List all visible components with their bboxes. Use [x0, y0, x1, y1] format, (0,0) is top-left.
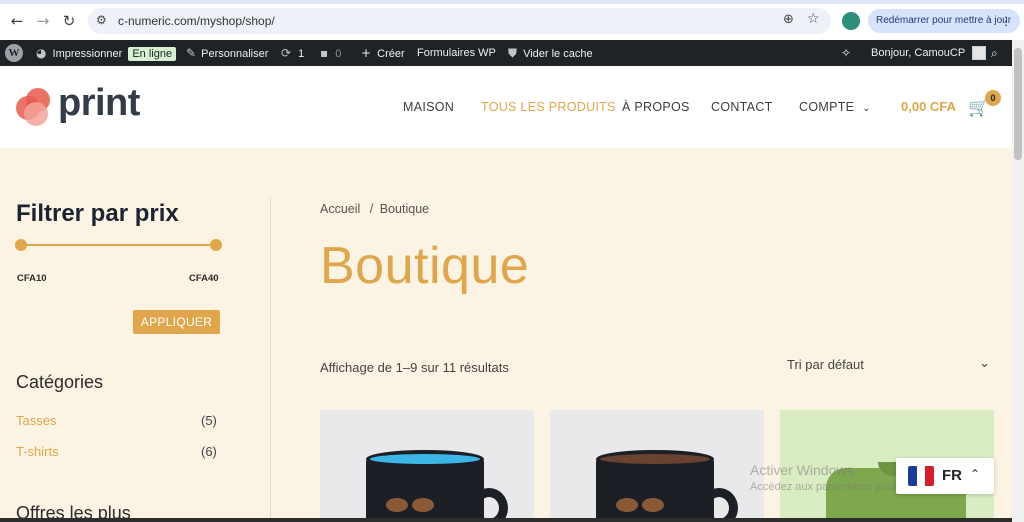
cart-total[interactable]: 0,00 CFA — [901, 99, 956, 114]
account-menu[interactable]: Bonjour, CamouCP — [871, 40, 987, 66]
menu-compte-label: COMPTE — [799, 100, 855, 114]
customize-label: Personnaliser — [201, 48, 269, 60]
category-count: (5) — [201, 413, 217, 428]
sidebar-divider — [270, 198, 271, 522]
site-header: print MAISON TOUS LES PRODUITS À PROPOS … — [0, 66, 1012, 148]
cart-count-badge: 0 — [985, 90, 1001, 106]
create-label: Créer — [377, 48, 405, 60]
site-name-menu[interactable]: ◕ Impressionner En ligne — [36, 40, 177, 66]
plus-icon: + — [361, 46, 372, 60]
print-logo-icon[interactable] — [16, 88, 56, 128]
address-bar[interactable]: ⚙ c-numeric.com/myshop/shop/ ⊕ ☆ — [88, 8, 831, 34]
breadcrumb-home[interactable]: Accueil — [320, 202, 360, 216]
more-menu-icon[interactable]: ⋮ — [1000, 9, 1012, 33]
restart-label: Redémarrer pour mettre à jour — [876, 15, 1012, 26]
brush-icon: ✎ — [186, 46, 197, 60]
greeting-text: Bonjour, CamouCP — [871, 47, 965, 59]
bean-decoration — [616, 498, 638, 512]
page-title: Boutique — [320, 237, 530, 295]
restart-to-update-button[interactable]: Redémarrer pour mettre à jour ⋮ — [868, 9, 1020, 33]
mug-rim — [596, 450, 714, 468]
windows-watermark-title: Activer Windows — [750, 462, 854, 478]
bean-decoration — [642, 498, 664, 512]
sort-select[interactable]: Tri par défaut ⌄ — [787, 356, 992, 377]
customize-link[interactable]: ✎ Personnaliser — [186, 40, 268, 66]
arrow-left-icon[interactable]: ← — [8, 12, 26, 30]
mug-handle — [470, 488, 508, 522]
language-switcher[interactable]: FR ⌃ — [896, 458, 994, 494]
clear-cache-menu[interactable]: ⛊ Vider le cache — [508, 40, 593, 66]
new-content-menu[interactable]: + Créer — [361, 40, 405, 66]
bottom-edge — [0, 518, 1012, 522]
zoom-icon[interactable]: ⊕ — [783, 12, 794, 27]
site-name: Impressionner — [52, 48, 123, 60]
url-text[interactable]: c-numeric.com/myshop/shop/ — [118, 14, 275, 28]
categories-title: Catégories — [16, 372, 104, 392]
updates-link[interactable]: ⟳ 1 — [281, 40, 304, 66]
shop-content: Filtrer par prix CFA10 CFA40 APPLIQUER C… — [0, 148, 1012, 522]
sort-selected-label: Tri par défaut — [787, 357, 864, 372]
arrow-right-icon[interactable]: → — [34, 12, 52, 30]
dashboard-icon: ◕ — [36, 46, 47, 60]
menu-maison[interactable]: MAISON — [403, 100, 454, 114]
filter-title: Filtrer par prix — [16, 200, 179, 227]
extension-icon[interactable] — [842, 12, 860, 30]
browser-toolbar: ← → ↻ ⚙ c-numeric.com/myshop/shop/ ⊕ ☆ R… — [0, 0, 1024, 40]
product-card[interactable] — [320, 410, 534, 522]
avatar — [972, 46, 987, 61]
menu-tous-les-produits[interactable]: TOUS LES PRODUITS — [481, 100, 616, 114]
ai-sparkle-icon[interactable]: ✧ — [841, 40, 851, 66]
page-scrollbar[interactable] — [1012, 40, 1024, 522]
comment-icon: ▪ — [320, 46, 329, 60]
france-flag-icon — [908, 466, 934, 486]
chevron-up-icon: ⌃ — [970, 467, 981, 481]
bean-decoration — [386, 498, 408, 512]
wp-admin-bar: W ◕ Impressionner En ligne ✎ Personnalis… — [0, 40, 1024, 66]
price-slider-max-handle[interactable] — [210, 239, 222, 251]
chevron-down-icon: ⌄ — [979, 356, 990, 371]
category-link-tshirts[interactable]: T-shirts — [16, 444, 59, 459]
price-slider-track[interactable] — [20, 244, 216, 246]
updates-count: 1 — [298, 48, 305, 60]
breadcrumb-separator: / — [369, 202, 374, 216]
category-count: (6) — [201, 444, 217, 459]
price-max-label: CFA40 — [189, 273, 219, 284]
comments-link[interactable]: ▪ 0 — [320, 40, 341, 66]
product-card[interactable] — [550, 410, 764, 522]
breadcrumb-current: Boutique — [379, 202, 430, 216]
bean-decoration — [412, 498, 434, 512]
breadcrumb: Accueil / Boutique — [320, 202, 429, 216]
reload-icon[interactable]: ↻ — [60, 12, 78, 30]
result-count: Affichage de 1–9 sur 11 résultats — [320, 360, 509, 375]
logo-text[interactable]: print — [58, 82, 140, 125]
mug-handle — [700, 488, 738, 522]
site-info-icon[interactable]: ⚙ — [96, 13, 107, 27]
updates-icon: ⟳ — [281, 46, 292, 60]
search-icon[interactable]: ⌕ — [991, 40, 998, 66]
bookmark-star-icon[interactable]: ☆ — [807, 11, 820, 27]
menu-compte[interactable]: COMPTE ⌄ — [799, 100, 871, 114]
menu-a-propos[interactable]: À PROPOS — [622, 100, 690, 114]
clear-cache-label: Vider le cache — [523, 48, 593, 60]
menu-contact[interactable]: CONTACT — [711, 100, 773, 114]
language-code: FR — [942, 467, 962, 484]
price-min-label: CFA10 — [17, 273, 47, 284]
mug-rim — [366, 450, 484, 468]
scrollbar-thumb[interactable] — [1014, 48, 1022, 160]
wordpress-logo-icon[interactable]: W — [5, 44, 23, 62]
category-link-tasses[interactable]: Tasses — [16, 413, 56, 428]
cache-icon: ⛊ — [508, 46, 518, 60]
price-slider-min-handle[interactable] — [15, 239, 27, 251]
comments-count: 0 — [335, 48, 342, 60]
tab-strip — [0, 0, 1024, 4]
apply-filter-button[interactable]: APPLIQUER — [133, 310, 220, 334]
chevron-down-icon: ⌄ — [862, 103, 871, 114]
online-badge: En ligne — [128, 47, 177, 61]
wp-forms-menu[interactable]: Formulaires WP — [417, 40, 496, 66]
